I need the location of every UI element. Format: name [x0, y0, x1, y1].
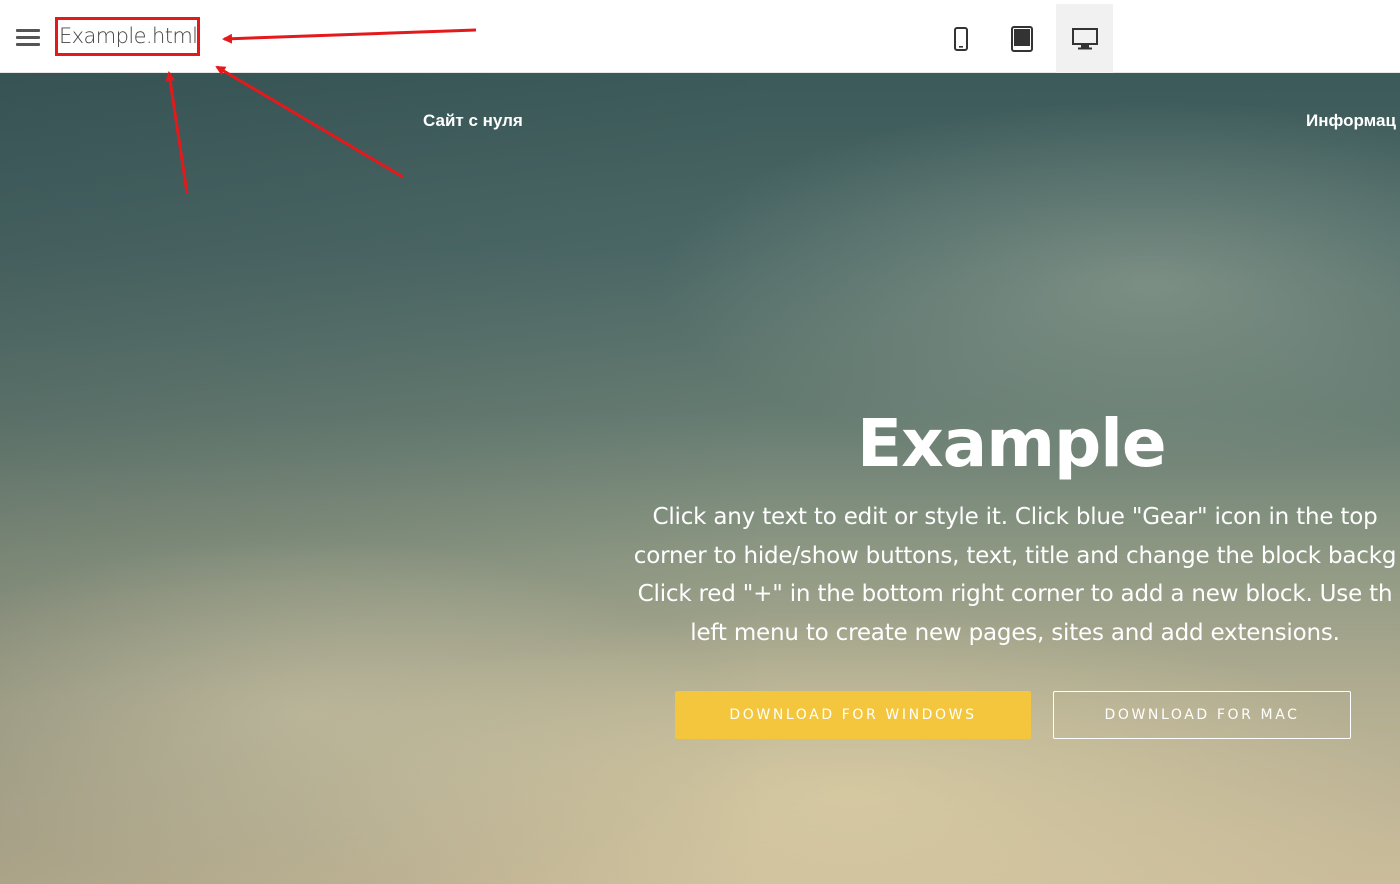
- desktop-view-button[interactable]: [1056, 4, 1113, 73]
- nav-link-information[interactable]: Информац: [1306, 111, 1396, 131]
- hero-section: Сайт с нуля Информац Example Click any t…: [0, 73, 1400, 884]
- editor-toolbar: Example.html: [0, 0, 1400, 73]
- hero-description[interactable]: Click any text to edit or style it. Clic…: [460, 498, 1400, 652]
- desktop-monitor-icon: [1071, 27, 1098, 49]
- tablet-view-button[interactable]: [993, 4, 1050, 73]
- nav-link-site-from-scratch[interactable]: Сайт с нуля: [423, 111, 523, 131]
- hero-text-line: left menu to create new pages, sites and…: [690, 619, 1340, 646]
- hero-text-line: corner to hide/show buttons, text, title…: [633, 542, 1397, 569]
- download-windows-button[interactable]: DOWNLOAD FOR WINDOWS: [675, 691, 1031, 739]
- mobile-view-button[interactable]: [932, 4, 989, 73]
- mobile-phone-icon: [953, 26, 968, 51]
- hero-title[interactable]: Example: [857, 411, 1167, 477]
- page-filename[interactable]: Example.html: [59, 24, 198, 48]
- hero-text-line: Click red "+" in the bottom right corner…: [637, 581, 1393, 607]
- download-mac-button[interactable]: DOWNLOAD FOR MAC: [1053, 691, 1351, 739]
- hero-overlay: [0, 73, 1400, 884]
- hamburger-icon[interactable]: [14, 27, 41, 49]
- tablet-icon: [1010, 25, 1033, 52]
- hero-text-line: Click any text to edit or style it. Clic…: [652, 504, 1378, 530]
